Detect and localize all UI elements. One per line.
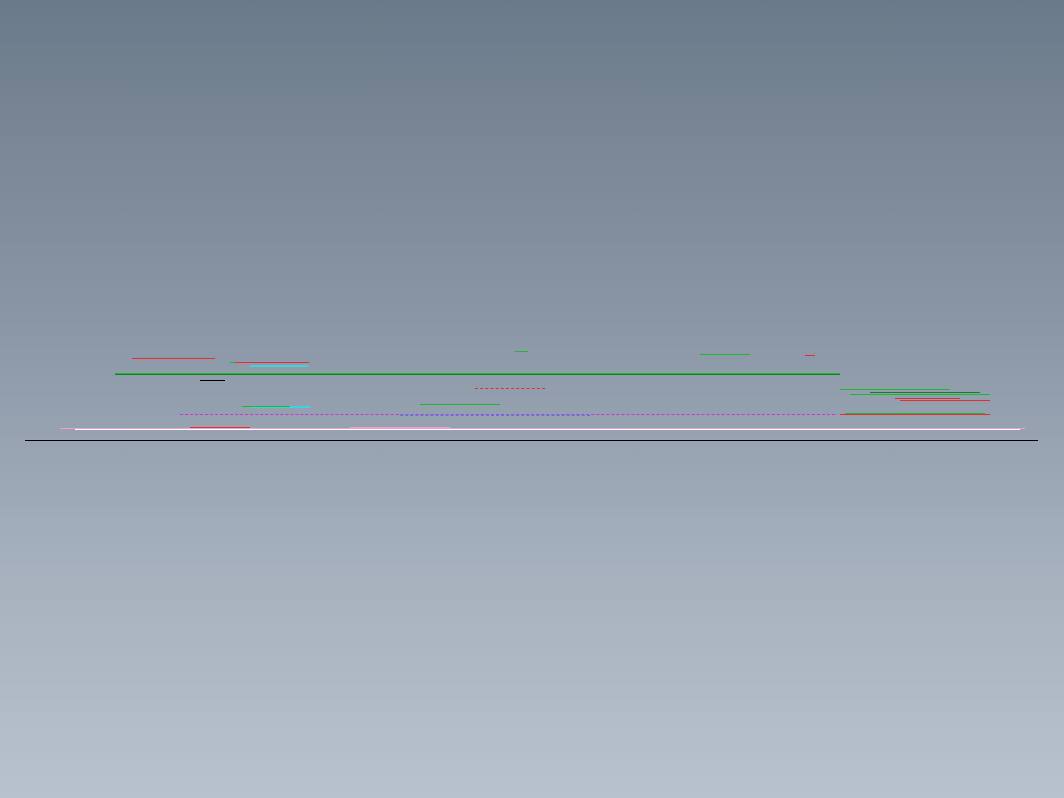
model-edge bbox=[840, 389, 950, 390]
model-edge bbox=[850, 394, 990, 395]
cad-viewport[interactable] bbox=[0, 0, 1064, 798]
model-edge bbox=[115, 374, 840, 375]
model-edge bbox=[350, 427, 450, 428]
model-edge bbox=[515, 351, 528, 352]
model-edge bbox=[475, 388, 545, 389]
model-edge bbox=[840, 414, 990, 415]
model-edge bbox=[190, 427, 250, 428]
model-edge bbox=[25, 440, 1038, 441]
model-edge bbox=[250, 365, 308, 367]
model-edge bbox=[75, 429, 1020, 430]
model-edge bbox=[870, 392, 980, 393]
model-edge bbox=[895, 398, 960, 399]
model-edge bbox=[400, 415, 590, 416]
model-edge bbox=[900, 400, 990, 401]
model-edge bbox=[805, 355, 815, 356]
model-edge bbox=[165, 358, 215, 359]
model-edge bbox=[200, 380, 225, 381]
model-edge bbox=[242, 406, 290, 407]
model-edge bbox=[700, 354, 750, 355]
model-edge bbox=[845, 413, 985, 414]
model-edge bbox=[235, 362, 308, 363]
model-edge bbox=[420, 404, 500, 405]
